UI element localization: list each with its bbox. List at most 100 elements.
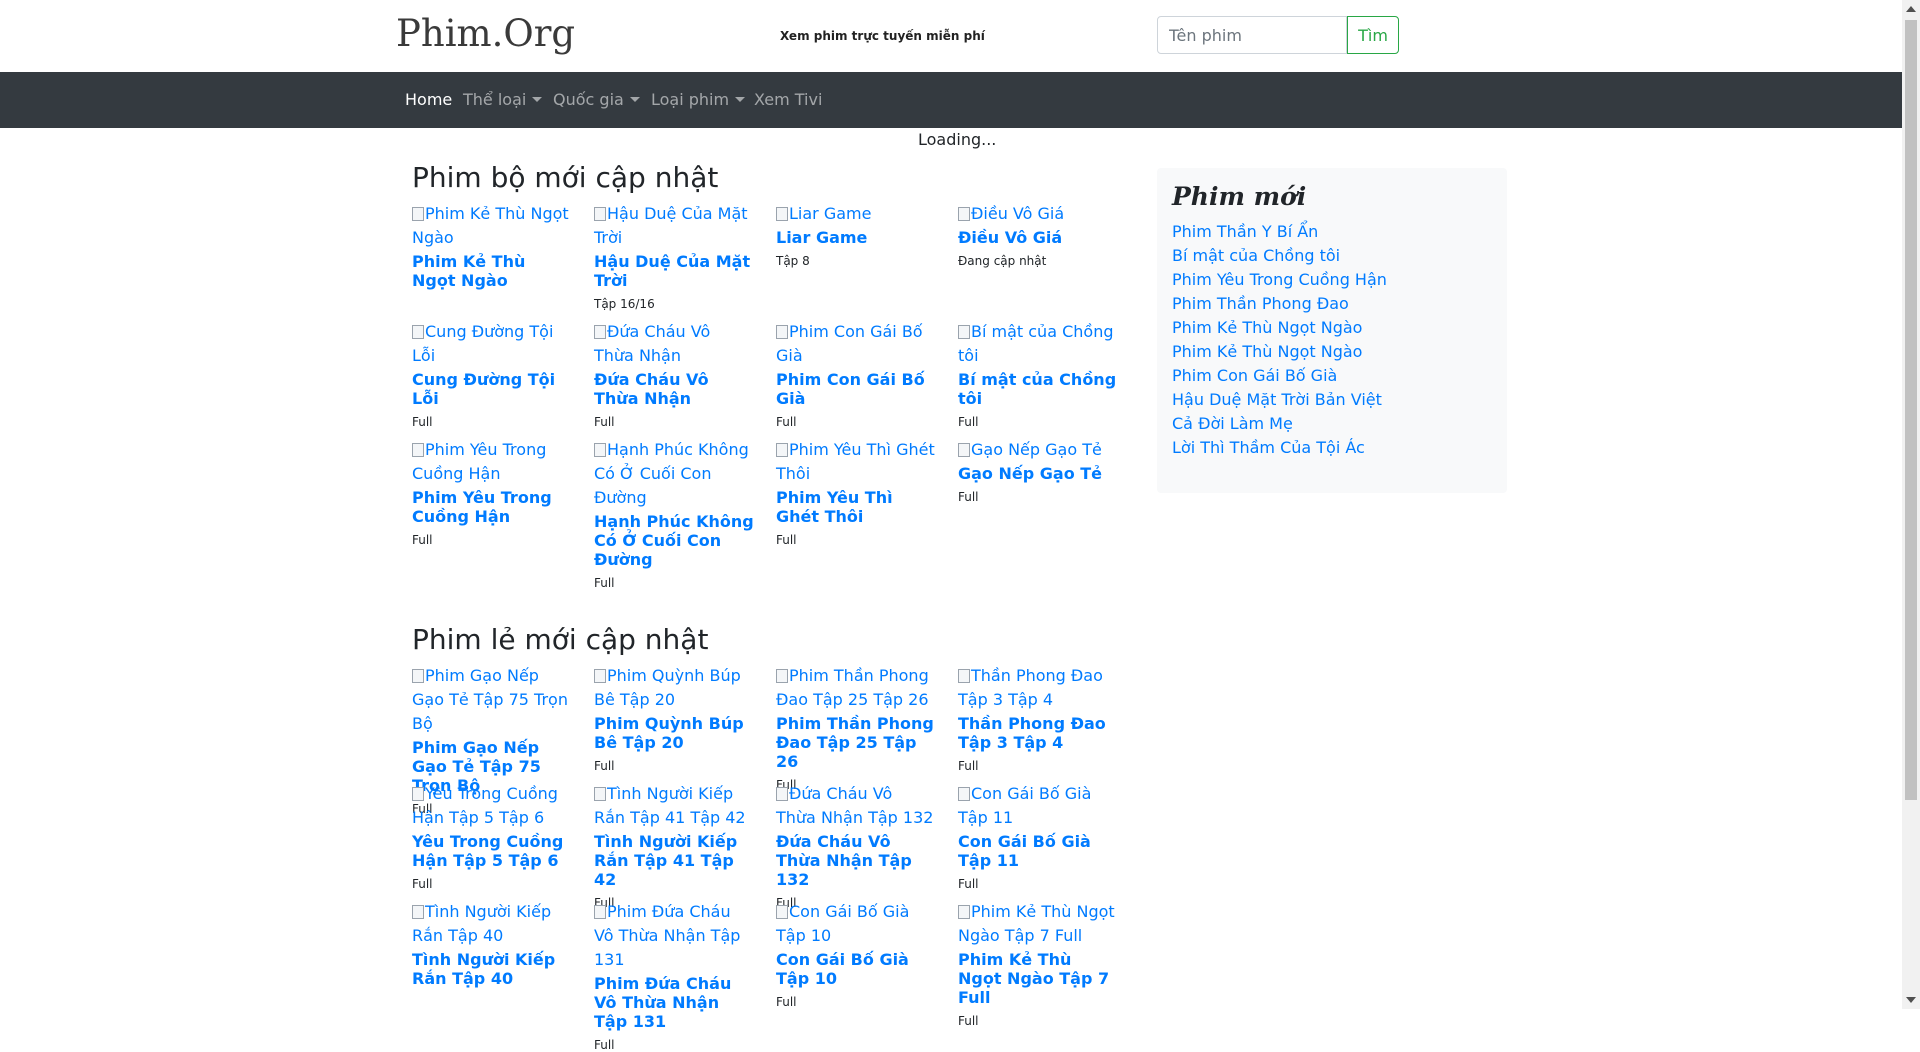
movie-title-link[interactable]: Tình Người Kiếp Rắn Tập 40: [412, 950, 572, 988]
nav-types-dropdown[interactable]: Loại phim: [651, 72, 746, 128]
sidebar-movie-link[interactable]: Phim Thần Y Bí Ẩn: [1172, 222, 1318, 241]
broken-image-icon: [594, 669, 606, 683]
movie-thumbnail-link[interactable]: Phim Thần Phong Đao Tập 25 Tập 26: [776, 664, 936, 712]
nav-countries-dropdown[interactable]: Quốc gia: [553, 72, 640, 128]
movie-status: Full: [776, 533, 797, 547]
movie-title-link[interactable]: Con Gái Bố Già Tập 10: [776, 950, 936, 988]
movie-thumbnail-alt: Thần Phong Đao Tập 3 Tập 4: [958, 666, 1103, 709]
chevron-down-icon: [532, 97, 543, 102]
movie-title-link[interactable]: Hạnh Phúc Không Có Ở Cuối Con Đường: [594, 512, 754, 569]
movie-title-link[interactable]: Yêu Trong Cuồng Hận Tập 5 Tập 6: [412, 832, 572, 870]
movie-thumbnail-link[interactable]: Hậu Duệ Của Mặt Trời: [594, 202, 754, 250]
sidebar-movie-link[interactable]: Phim Thần Phong Đao: [1172, 294, 1349, 313]
movie-title-link[interactable]: Phim Đứa Cháu Vô Thừa Nhận Tập 131: [594, 974, 754, 1031]
movie-thumbnail-link[interactable]: Con Gái Bố Già Tập 10: [776, 900, 936, 948]
sidebar-movie-link[interactable]: Bí mật của Chồng tôi: [1172, 246, 1340, 265]
scroll-down-arrow-icon[interactable]: [1906, 997, 1916, 1003]
site-tagline: Xem phim trực tuyến miễn phí: [780, 29, 985, 43]
movie-thumbnail-link[interactable]: Phim Con Gái Bố Già: [776, 320, 936, 368]
movie-title-link[interactable]: Phim Con Gái Bố Già: [776, 370, 936, 408]
sidebar-movie-link[interactable]: Phim Con Gái Bố Già: [1172, 366, 1337, 385]
movie-thumbnail-link[interactable]: Thần Phong Đao Tập 3 Tập 4: [958, 664, 1118, 712]
movie-thumbnail-link[interactable]: Phim Kẻ Thù Ngọt Ngào Tập 7 Full: [958, 900, 1118, 948]
movie-thumbnail-link[interactable]: Gạo Nếp Gạo Tẻ: [958, 438, 1118, 462]
movie-title-link[interactable]: Đứa Cháu Vô Thừa Nhận: [594, 370, 754, 408]
movie-title-link[interactable]: Phim Kẻ Thù Ngọt Ngào: [412, 252, 572, 290]
movie-title-link[interactable]: Liar Game: [776, 228, 936, 247]
sidebar-new-movies: Phim mới Phim Thần Y Bí Ẩn Bí mật của Chồ…: [1157, 168, 1507, 493]
movie-thumbnail-link[interactable]: Phim Yêu Trong Cuồng Hận: [412, 438, 572, 486]
movie-thumbnail-link[interactable]: Phim Yêu Thì Ghét Thôi: [776, 438, 936, 486]
movie-title-link[interactable]: Phim Yêu Thì Ghét Thôi: [776, 488, 936, 526]
sidebar-movie-link[interactable]: Hậu Duệ Mặt Trời Bản Việt: [1172, 390, 1382, 409]
movie-thumbnail-link[interactable]: Phim Kẻ Thù Ngọt Ngào: [412, 202, 572, 250]
broken-image-icon: [958, 905, 970, 919]
movie-title-link[interactable]: Hậu Duệ Của Mặt Trời: [594, 252, 754, 290]
movie-thumbnail-alt: Hạnh Phúc Không Có Ở Cuối Con Đường: [594, 440, 749, 507]
movie-card: Tình Người Kiếp Rắn Tập 40 Tình Người Kiế…: [412, 900, 572, 988]
movie-thumbnail-link[interactable]: Phim Đứa Cháu Vô Thừa Nhận Tập 131: [594, 900, 754, 972]
nav-tv[interactable]: Xem Tivi: [754, 72, 822, 128]
sidebar-movie-link[interactable]: Cả Đời Làm Mẹ: [1172, 414, 1293, 433]
movie-thumbnail-alt: Phim Đứa Cháu Vô Thừa Nhận Tập 131: [594, 902, 741, 969]
broken-image-icon: [776, 325, 788, 339]
movie-thumbnail-link[interactable]: Phim Gạo Nếp Gạo Tẻ Tập 75 Trọn Bộ: [412, 664, 572, 736]
movie-thumbnail-link[interactable]: Yêu Trong Cuồng Hận Tập 5 Tập 6: [412, 782, 572, 830]
movie-thumbnail-link[interactable]: Hạnh Phúc Không Có Ở Cuối Con Đường: [594, 438, 754, 510]
broken-image-icon: [958, 207, 970, 221]
nav-home[interactable]: Home: [405, 72, 452, 128]
movie-thumbnail-alt: Hậu Duệ Của Mặt Trời: [594, 204, 748, 247]
movie-thumbnail-link[interactable]: Bí mật của Chồng tôi: [958, 320, 1118, 368]
movie-thumbnail-link[interactable]: Đứa Cháu Vô Thừa Nhận Tập 132: [776, 782, 936, 830]
broken-image-icon: [594, 443, 606, 457]
movie-title-link[interactable]: Điều Vô Giá: [958, 228, 1118, 247]
movie-thumbnail-link[interactable]: Điều Vô Giá: [958, 202, 1118, 226]
movie-thumbnail-link[interactable]: Liar Game: [776, 202, 936, 226]
movie-thumbnail-link[interactable]: Cung Đường Tội Lỗi: [412, 320, 572, 368]
site-logo[interactable]: Phim.Org: [396, 12, 575, 55]
scroll-thumb[interactable]: [1905, 20, 1917, 800]
sidebar-movie-link[interactable]: Phim Yêu Trong Cuồng Hận: [1172, 270, 1387, 289]
movie-status: Full: [412, 415, 433, 429]
movie-title-link[interactable]: Con Gái Bố Già Tập 11: [958, 832, 1118, 870]
movie-status: Full: [594, 576, 615, 590]
search-input[interactable]: [1157, 16, 1347, 54]
movie-card: Tình Người Kiếp Rắn Tập 41 Tập 42 Tình Ng…: [594, 782, 754, 910]
sidebar-movie-link[interactable]: Lời Thì Thầm Của Tội Ác: [1172, 438, 1365, 457]
movie-title-link[interactable]: Phim Kẻ Thù Ngọt Ngào Tập 7 Full: [958, 950, 1118, 1007]
movie-thumbnail-link[interactable]: Con Gái Bố Già Tập 11: [958, 782, 1118, 830]
movie-card: Bí mật của Chồng tôi Bí mật của Chồng tôi…: [958, 320, 1118, 429]
movie-title-link[interactable]: Cung Đường Tội Lỗi: [412, 370, 572, 408]
movie-title-link[interactable]: Phim Thần Phong Đao Tập 25 Tập 26: [776, 714, 936, 771]
sidebar-movie-link[interactable]: Phim Kẻ Thù Ngọt Ngào: [1172, 318, 1362, 337]
broken-image-icon: [412, 905, 424, 919]
movie-thumbnail-alt: Tình Người Kiếp Rắn Tập 41 Tập 42: [594, 784, 746, 827]
broken-image-icon: [594, 207, 606, 221]
movie-title-link[interactable]: Thần Phong Đao Tập 3 Tập 4: [958, 714, 1118, 752]
site-header: Phim.Org Xem phim trực tuyến miễn phí Tì…: [0, 0, 1902, 72]
movie-thumbnail-link[interactable]: Đứa Cháu Vô Thừa Nhận: [594, 320, 754, 368]
movie-title-link[interactable]: Gạo Nếp Gạo Tẻ: [958, 464, 1118, 483]
movie-thumbnail-alt: Liar Game: [789, 204, 872, 223]
movie-title-link[interactable]: Phim Yêu Trong Cuồng Hận: [412, 488, 572, 526]
movie-thumbnail-alt: Con Gái Bố Già Tập 10: [776, 902, 910, 945]
broken-image-icon: [776, 443, 788, 457]
sidebar-movie-link[interactable]: Phim Kẻ Thù Ngọt Ngào: [1172, 342, 1362, 361]
movie-thumbnail-link[interactable]: Phim Quỳnh Búp Bê Tập 20: [594, 664, 754, 712]
movie-title-link[interactable]: Tình Người Kiếp Rắn Tập 41 Tập 42: [594, 832, 754, 889]
movie-thumbnail-alt: Phim Kẻ Thù Ngọt Ngào Tập 7 Full: [958, 902, 1115, 945]
broken-image-icon: [958, 325, 970, 339]
movie-card: Phim Kẻ Thù Ngọt Ngào Phim Kẻ Thù Ngọt Ng…: [412, 202, 572, 290]
movie-title-link[interactable]: Đứa Cháu Vô Thừa Nhận Tập 132: [776, 832, 936, 889]
movie-title-link[interactable]: Phim Quỳnh Búp Bê Tập 20: [594, 714, 754, 752]
movie-card: Thần Phong Đao Tập 3 Tập 4 Thần Phong Đao…: [958, 664, 1118, 773]
scroll-up-arrow-icon[interactable]: [1906, 6, 1916, 12]
movie-thumbnail-link[interactable]: Tình Người Kiếp Rắn Tập 41 Tập 42: [594, 782, 754, 830]
movie-card: Đứa Cháu Vô Thừa Nhận Tập 132 Đứa Cháu Vô…: [776, 782, 936, 910]
search-button[interactable]: Tìm: [1347, 16, 1399, 54]
nav-genres-dropdown[interactable]: Thể loại: [463, 72, 543, 128]
sidebar-title: Phim mới: [1172, 182, 1307, 211]
movie-thumbnail-alt: Đứa Cháu Vô Thừa Nhận Tập 132: [776, 784, 934, 827]
movie-thumbnail-link[interactable]: Tình Người Kiếp Rắn Tập 40: [412, 900, 572, 948]
movie-title-link[interactable]: Bí mật của Chồng tôi: [958, 370, 1118, 408]
